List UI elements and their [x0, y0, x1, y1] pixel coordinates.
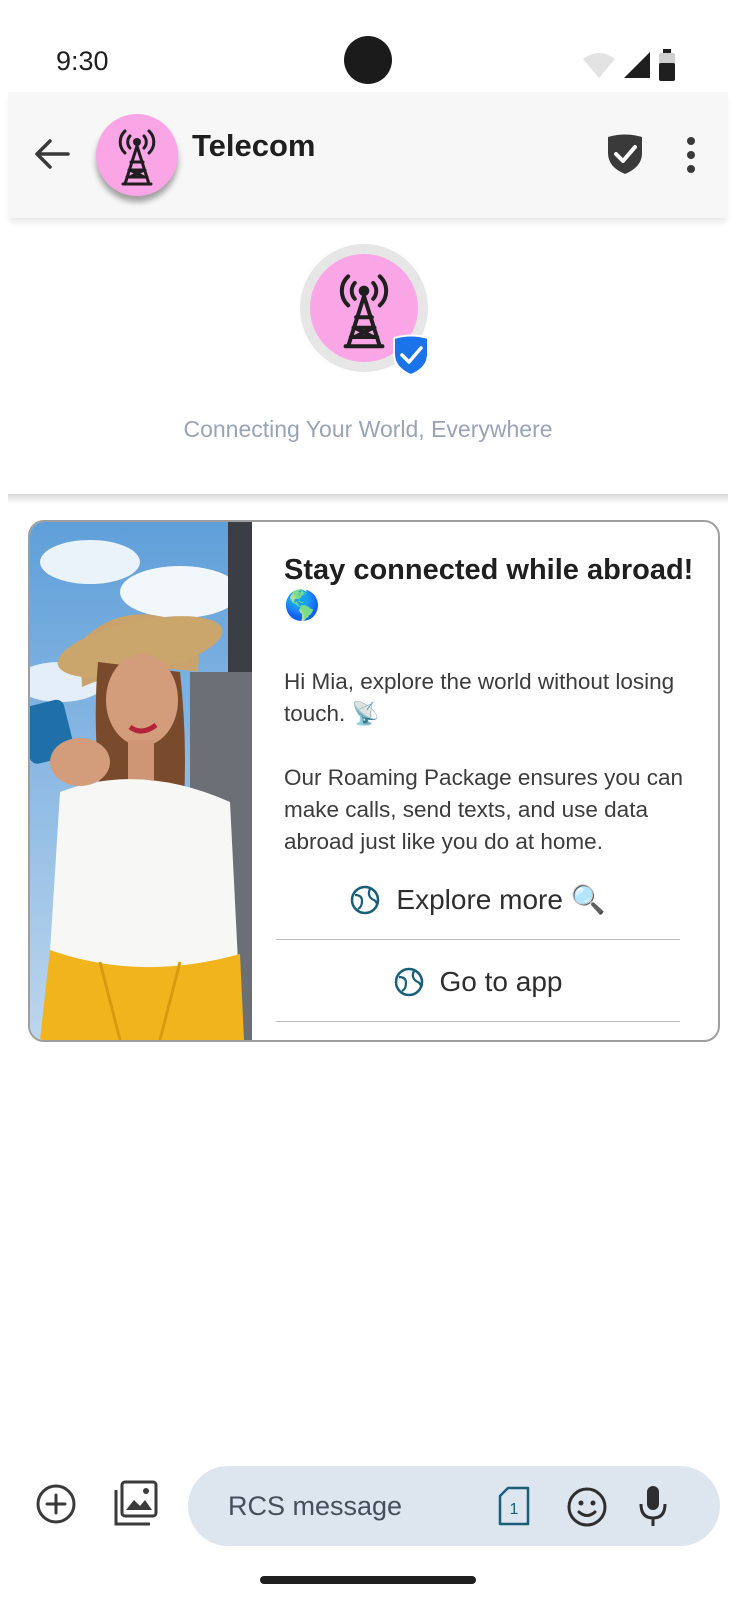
home-indicator[interactable]	[260, 1576, 476, 1584]
conversation-header: Telecom	[8, 92, 728, 218]
more-vert-icon	[687, 137, 695, 173]
message-input[interactable]	[228, 1466, 478, 1546]
more-options-button[interactable]	[676, 130, 706, 180]
globe-icon	[394, 967, 423, 996]
signal-icon	[624, 52, 650, 78]
sim-card-icon: 1	[498, 1486, 530, 1526]
camera-cutout	[344, 36, 392, 84]
message-input-container: 1	[188, 1466, 720, 1546]
add-attachment-button[interactable]	[34, 1482, 78, 1526]
card-image[interactable]	[30, 522, 252, 1040]
emoji-button[interactable]	[566, 1486, 608, 1528]
battery-icon	[659, 49, 675, 81]
emoji-icon	[567, 1487, 607, 1527]
card-description: Hi Mia, explore the world without losing…	[284, 669, 683, 854]
go-to-app-label: Go to app	[439, 965, 563, 997]
header-avatar[interactable]	[96, 114, 178, 196]
add-circle-icon	[36, 1484, 76, 1524]
message-composer: 1	[0, 1450, 736, 1550]
go-to-app-button[interactable]: Go to app	[276, 942, 680, 1022]
sim-selector-button[interactable]: 1	[496, 1486, 532, 1526]
sim-number: 1	[510, 1501, 519, 1518]
traveler-photo	[30, 522, 252, 1040]
arrow-back-icon	[35, 139, 70, 169]
voice-input-button[interactable]	[638, 1484, 668, 1528]
verified-shield-icon	[608, 134, 642, 174]
status-bar: 9:30	[0, 0, 736, 90]
cell-tower-icon	[339, 274, 389, 349]
rich-card[interactable]: Stay connected while abroad! 🌎 Hi Mia, e…	[28, 520, 720, 1042]
gallery-button[interactable]	[110, 1478, 162, 1530]
cell-tower-icon	[118, 129, 156, 186]
verified-sender-button[interactable]	[604, 132, 646, 176]
profile-divider	[8, 494, 728, 504]
status-time: 9:30	[56, 46, 109, 76]
verified-badge-icon	[393, 334, 429, 376]
conversation-title: Telecom	[192, 128, 316, 163]
status-icons	[582, 48, 676, 82]
globe-icon	[351, 885, 380, 914]
explore-more-button[interactable]: Explore more 🔍	[276, 860, 680, 940]
wifi-icon	[583, 53, 615, 78]
gallery-icon	[114, 1480, 158, 1526]
mic-icon	[639, 1486, 667, 1526]
card-title: Stay connected while abroad! 🌎	[284, 554, 694, 622]
business-tagline: Connecting Your World, Everywhere	[183, 416, 553, 442]
back-button[interactable]	[30, 132, 74, 176]
explore-more-label: Explore more 🔍	[396, 884, 606, 915]
